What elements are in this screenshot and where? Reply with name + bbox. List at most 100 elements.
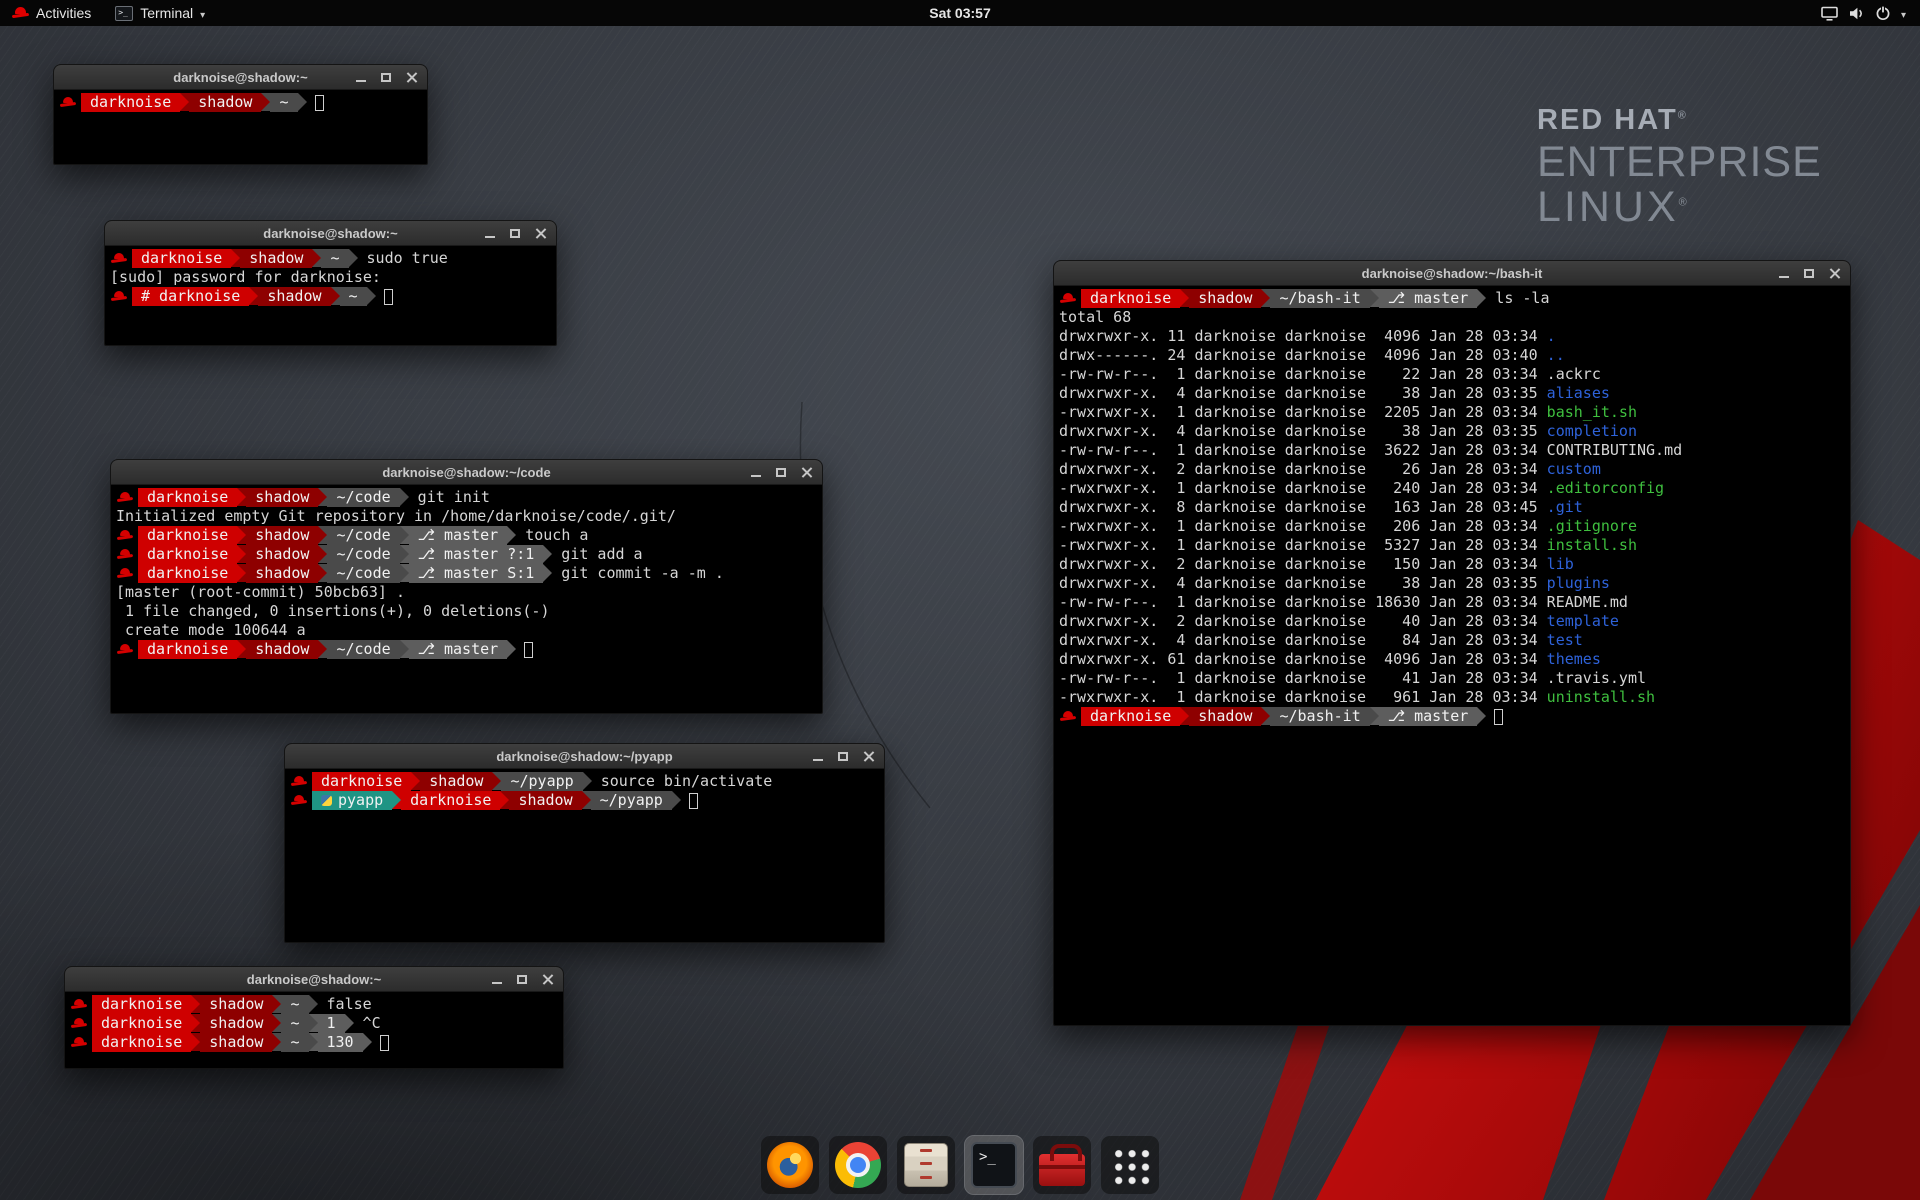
powerline-separator-icon (309, 995, 318, 1013)
prompt-segment-host: shadow (1189, 707, 1261, 726)
terminal-content[interactable]: darknoiseshadow~ sudo true[sudo] passwor… (105, 246, 556, 309)
window-titlebar[interactable]: darknoise@shadow:~ (54, 65, 427, 90)
prompt-segment-user: darknoise (132, 249, 231, 268)
powerline-separator-icon (400, 526, 409, 544)
powerline-separator-icon (392, 791, 401, 809)
maximize-button[interactable] (1804, 269, 1814, 278)
terminal-text: aliases (1547, 384, 1610, 403)
terminal-text: false (318, 995, 372, 1014)
window-title: darknoise@shadow:~/pyapp (496, 749, 672, 764)
powerline-separator-icon (582, 791, 591, 809)
terminal-window-code[interactable]: darknoise@shadow:~/code darknoiseshadow~/… (110, 459, 823, 714)
terminal-line: darknoiseshadow~/code⎇ master ?:1 git ad… (116, 545, 817, 564)
powerline-separator-icon (272, 1014, 281, 1032)
terminal-cursor (524, 642, 533, 658)
close-button[interactable] (542, 974, 553, 985)
powerline-separator-icon (507, 526, 516, 544)
terminal-content[interactable]: darknoiseshadow~ falsedarknoiseshadow~1 … (65, 992, 563, 1055)
dock-item-chrome[interactable] (829, 1136, 887, 1194)
powerline-separator-icon (231, 249, 240, 267)
terminal-text: drwxrwxr-x. 4 darknoise darknoise 84 Jan… (1059, 631, 1547, 650)
redhat-prompt-icon (71, 1033, 87, 1052)
powerline-separator-icon (318, 640, 327, 658)
prompt-segment-path: ~/pyapp (591, 791, 672, 810)
prompt-segment-host: shadow (246, 488, 318, 507)
terminal-line: darknoiseshadow~/bash-it⎇ master ls -la (1059, 289, 1845, 308)
terminal-text: CONTRIBUTING.md (1547, 441, 1682, 460)
system-status-area[interactable] (1813, 0, 1914, 26)
terminal-line: drwxrwxr-x. 8 darknoise darknoise 163 Ja… (1059, 498, 1845, 517)
prompt-segment-path: ~/code (327, 526, 399, 545)
close-button[interactable] (535, 228, 546, 239)
terminal-text: drwx------. 24 darknoise darknoise 4096 … (1059, 346, 1547, 365)
prompt-segment-path: ~ (340, 287, 367, 306)
terminal-text: touch a (516, 526, 588, 545)
powerline-separator-icon (411, 772, 420, 790)
window-titlebar[interactable]: darknoise@shadow:~/code (111, 460, 822, 485)
maximize-button[interactable] (776, 468, 786, 477)
minimize-button[interactable] (356, 80, 366, 82)
prompt-segment-path: ~ (281, 1033, 308, 1052)
terminal-content[interactable]: darknoiseshadow~/pyapp source bin/activa… (285, 769, 884, 813)
minimize-button[interactable] (485, 236, 495, 238)
terminal-window-bash-it[interactable]: darknoise@shadow:~/bash-itdarknoiseshado… (1053, 260, 1851, 1026)
terminal-window-home-1[interactable]: darknoise@shadow:~darknoiseshadow~ (53, 64, 428, 165)
minimize-button[interactable] (1779, 276, 1789, 278)
minimize-button[interactable] (751, 475, 761, 477)
terminal-text: .gitignore (1547, 517, 1637, 536)
powerline-separator-icon (363, 1033, 372, 1051)
terminal-line: 1 file changed, 0 insertions(+), 0 delet… (116, 602, 817, 621)
dock-item-app-grid[interactable] (1101, 1136, 1159, 1194)
terminal-window-home-3[interactable]: darknoise@shadow:~darknoiseshadow~ false… (64, 966, 564, 1069)
powerline-separator-icon (318, 488, 327, 506)
terminal-line: [master (root-commit) 50bcb63] . (116, 583, 817, 602)
terminal-window-home-2[interactable]: darknoise@shadow:~darknoiseshadow~ sudo … (104, 220, 557, 346)
activities-button[interactable]: Activities (0, 0, 103, 26)
redhat-prompt-icon (71, 995, 87, 1014)
firefox-icon (767, 1142, 813, 1188)
terminal-window-pyapp[interactable]: darknoise@shadow:~/pyapp darknoiseshadow~… (284, 743, 885, 943)
dock-item-firefox[interactable] (761, 1136, 819, 1194)
window-titlebar[interactable]: darknoise@shadow:~ (65, 967, 563, 992)
maximize-button[interactable] (510, 229, 520, 238)
dock-item-toolbox[interactable] (1033, 1136, 1091, 1194)
redhat-logo-icon (12, 6, 29, 20)
window-titlebar[interactable]: darknoise@shadow:~/pyapp (285, 744, 884, 769)
minimize-button[interactable] (813, 759, 823, 761)
powerline-separator-icon (1261, 289, 1270, 307)
maximize-button[interactable] (517, 975, 527, 984)
terminal-text: create mode 100644 a (116, 621, 306, 640)
dock-item-files[interactable] (897, 1136, 955, 1194)
maximize-button[interactable] (381, 73, 391, 82)
powerline-separator-icon (507, 640, 516, 658)
chevron-down-icon (200, 5, 205, 21)
powerline-separator-icon (272, 995, 281, 1013)
terminal-line: darknoiseshadow~/code git init (116, 488, 817, 507)
terminal-content[interactable]: darknoiseshadow~ (54, 90, 427, 115)
terminal-icon: >_ (971, 1142, 1017, 1188)
close-button[interactable] (406, 72, 417, 83)
window-titlebar[interactable]: darknoise@shadow:~ (105, 221, 556, 246)
prompt-segment-git: ⎇ master (1379, 707, 1478, 726)
terminal-text: -rwxrwxr-x. 1 darknoise darknoise 2205 J… (1059, 403, 1547, 422)
terminal-text: lib (1547, 555, 1574, 574)
terminal-line: drwxrwxr-x. 4 darknoise darknoise 38 Jan… (1059, 384, 1845, 403)
maximize-button[interactable] (838, 752, 848, 761)
close-button[interactable] (863, 751, 874, 762)
terminal-content[interactable]: darknoiseshadow~/code git initInitialize… (111, 485, 822, 662)
window-titlebar[interactable]: darknoise@shadow:~/bash-it (1054, 261, 1850, 286)
app-menu-terminal[interactable]: >_ Terminal (103, 0, 217, 26)
prompt-segment-path: ~/code (327, 545, 399, 564)
terminal-text: completion (1547, 422, 1637, 441)
minimize-button[interactable] (492, 982, 502, 984)
close-button[interactable] (1829, 268, 1840, 279)
terminal-line: -rwxrwxr-x. 1 darknoise darknoise 5327 J… (1059, 536, 1845, 555)
close-button[interactable] (801, 467, 812, 478)
dock-item-terminal[interactable]: >_ (965, 1136, 1023, 1194)
powerline-separator-icon (1180, 289, 1189, 307)
terminal-line: drwxrwxr-x. 2 darknoise darknoise 26 Jan… (1059, 460, 1845, 479)
terminal-text: -rwxrwxr-x. 1 darknoise darknoise 5327 J… (1059, 536, 1547, 555)
powerline-separator-icon (237, 488, 246, 506)
clock[interactable]: Sat 03:57 (929, 5, 990, 21)
terminal-content[interactable]: darknoiseshadow~/bash-it⎇ master ls -lat… (1054, 286, 1850, 729)
